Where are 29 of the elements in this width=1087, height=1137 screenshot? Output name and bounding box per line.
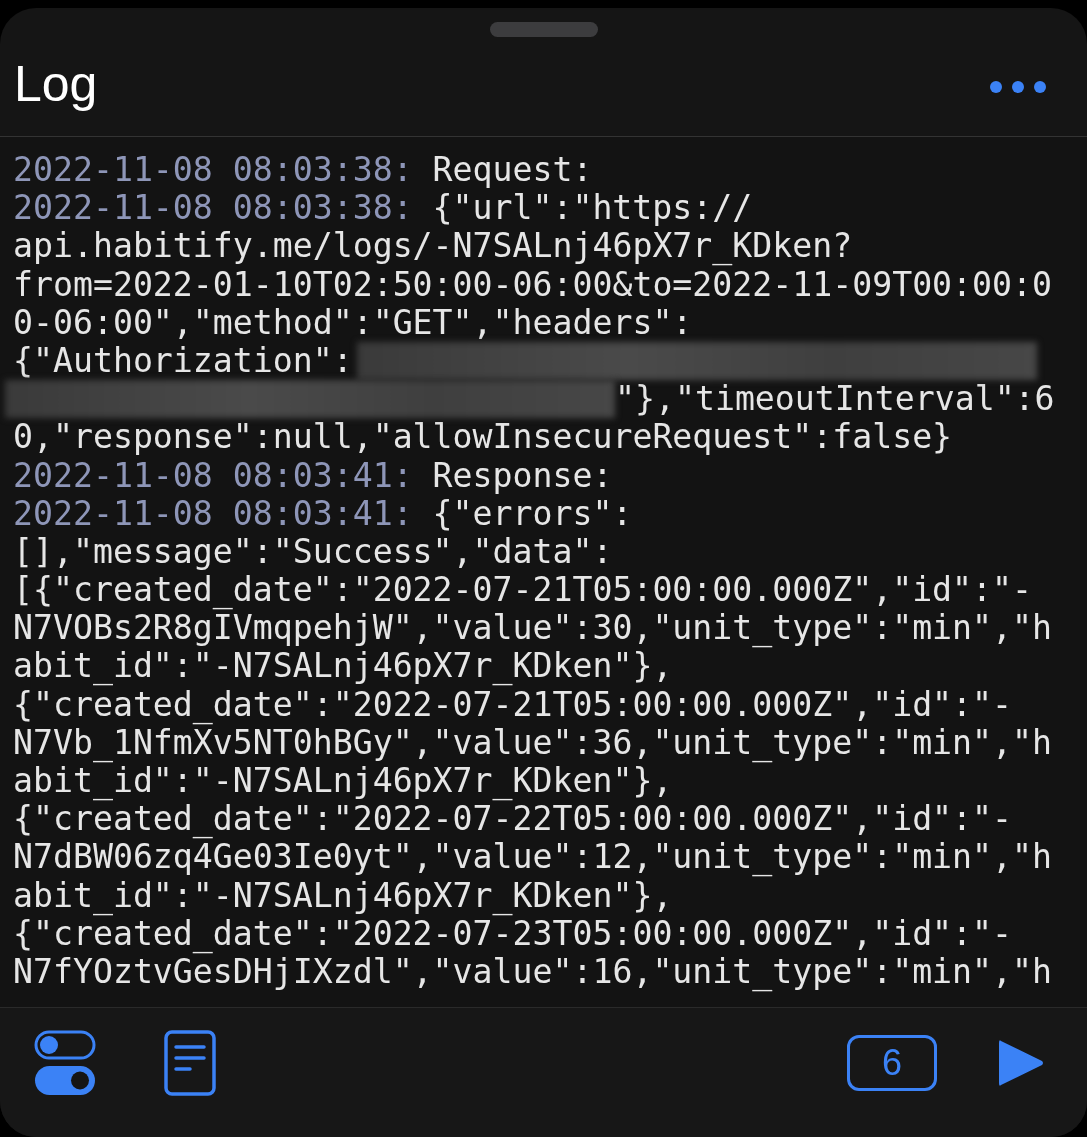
log-message: Request: <box>432 151 593 190</box>
log-message: abit_id":"-N7SALnj46pX7r_KDken"}, <box>13 647 673 686</box>
log-timestamp: 2022-11-08 08:03:38: <box>13 189 413 228</box>
log-message: 0,"response":null,"allowInsecureRequest":false} <box>13 418 953 457</box>
log-message: {"errors": <box>432 494 633 533</box>
log-message: api.habitify.me/logs/-N7SALnj46pX7r_KDken? <box>13 227 853 266</box>
log-message: N7VOBs2R8gIVmqpehjW","value":30,"unit_type":"min","h <box>13 609 1052 648</box>
more-icon[interactable] <box>989 79 1047 94</box>
drag-handle[interactable] <box>489 22 598 37</box>
log-message: "},"timeoutInterval":6 <box>615 380 1055 419</box>
count-button[interactable]: 6 <box>847 1034 937 1091</box>
log-message: abit_id":"-N7SALnj46pX7r_KDken"}, <box>13 762 673 801</box>
log-timestamp: 2022-11-08 08:03:38: <box>13 151 413 190</box>
log-message: abit_id":"-N7SALnj46pX7r_KDken"}, <box>13 876 673 915</box>
toggles-icon[interactable] <box>34 1029 96 1096</box>
log-message: [{"created_date":"2022-07-21T05:00:00.000Z","id":"- <box>13 571 1032 610</box>
log-timestamp: 2022-11-08 08:03:41: <box>13 494 413 533</box>
log-message: N7dBW06zq4Ge03Ie0yt","value":12,"unit_type":"min","h <box>13 838 1052 877</box>
log-message: Response: <box>432 456 613 495</box>
log-message: [],"message":"Success","data": <box>13 532 613 572</box>
log-message: from=2022-01-10T02:50:00-06:00&to=2022-11-09T00:00:0 <box>13 265 1052 304</box>
log-message: {"Authorization": <box>13 341 353 381</box>
log-message: {"created_date":"2022-07-21T05:00:00.000Z","id":"- <box>13 685 1013 724</box>
document-icon[interactable] <box>164 1029 216 1096</box>
log-message: 0-06:00","method":"GET","headers": <box>13 303 693 342</box>
window-title: Log <box>14 54 98 113</box>
log-message: {"url":"https:// <box>432 189 753 228</box>
log-timestamp: 2022-11-08 08:03:41: <box>13 456 413 495</box>
log-message: {"created_date":"2022-07-22T05:00:00.000Z","id":"- <box>13 800 1013 839</box>
